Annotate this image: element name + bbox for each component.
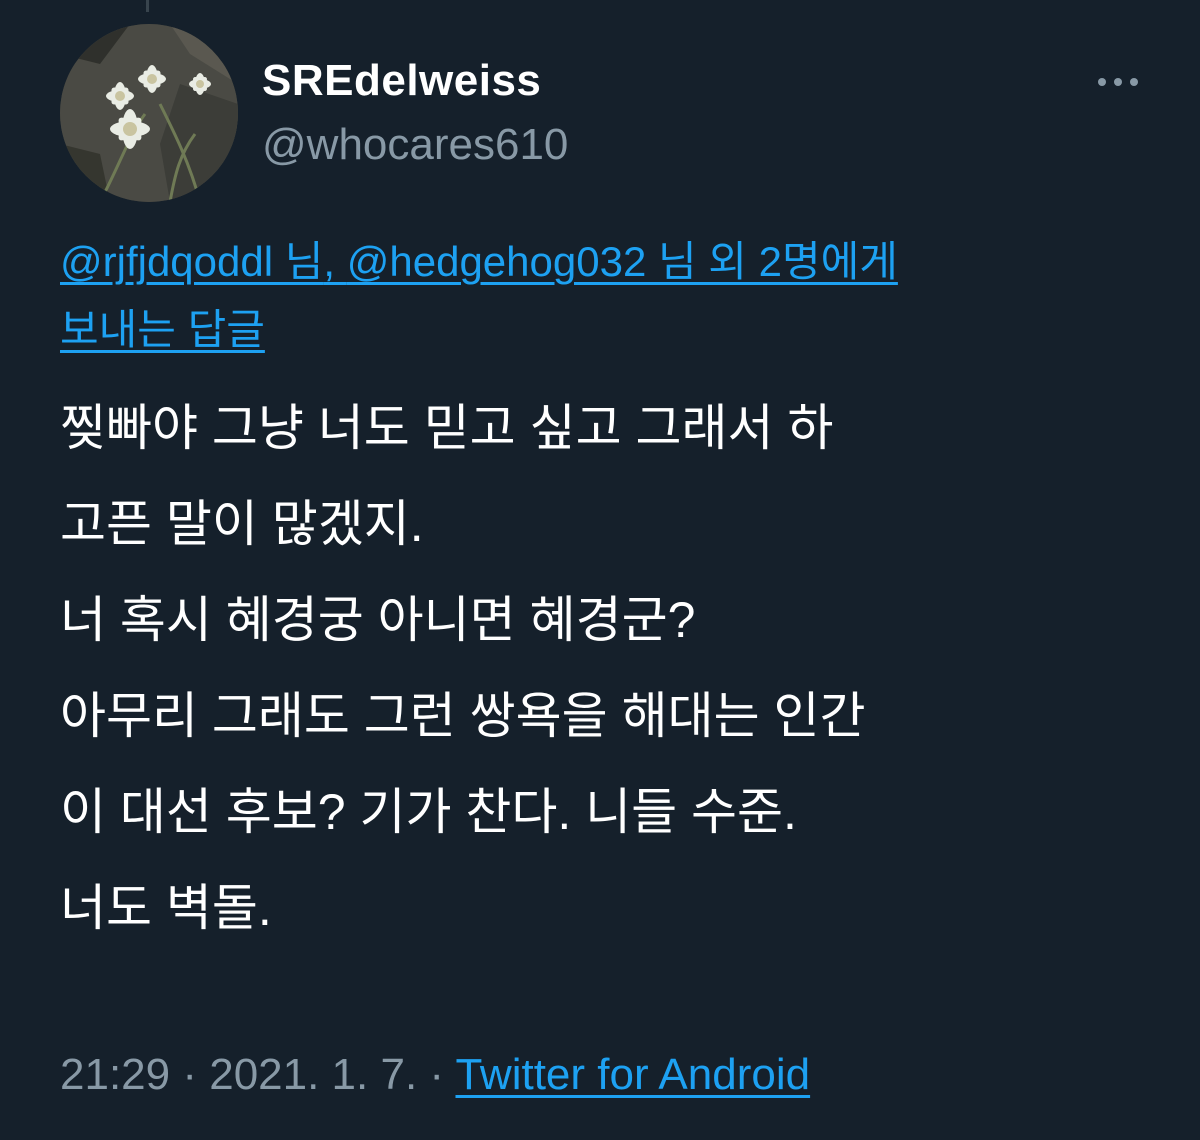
tweet-date: 2021. 1. 7. bbox=[209, 1050, 418, 1099]
display-name[interactable]: SREdelweiss bbox=[262, 56, 541, 106]
meta-separator: · bbox=[170, 1050, 210, 1099]
reply-mention-link[interactable]: @hedgehog032 님 외 2명에게 bbox=[347, 238, 898, 285]
tweet-source-link[interactable]: Twitter for Android bbox=[455, 1050, 810, 1099]
tweet-text-line: 너도 벽돌. bbox=[60, 880, 272, 936]
tweet-text-line: 아무리 그래도 그런 쌍욕을 해대는 인간 bbox=[60, 688, 866, 744]
edelweiss-flower-avatar-icon bbox=[60, 24, 238, 202]
user-handle[interactable]: @whocares610 bbox=[262, 120, 568, 170]
tweet-metadata: 21:29 · 2021. 1. 7. · Twitter for Androi… bbox=[60, 1050, 810, 1100]
tweet-text-line: 고픈 말이 많겠지. bbox=[60, 496, 424, 552]
more-dot-icon bbox=[1098, 78, 1106, 86]
tweet-detail: SREdelweiss @whocares610 @rjfjdqoddl 님, … bbox=[0, 0, 1200, 1140]
reply-mention-link[interactable]: @rjfjdqoddl 님 bbox=[60, 238, 323, 285]
reply-context: @rjfjdqoddl 님, @hedgehog032 님 외 2명에게보내는 … bbox=[60, 228, 1140, 364]
avatar[interactable] bbox=[60, 24, 238, 202]
tweet-text-line: 찢빠야 그냥 너도 믿고 싶고 그래서 하 bbox=[60, 400, 834, 456]
meta-separator: · bbox=[417, 1050, 456, 1099]
thread-connector-line bbox=[146, 0, 149, 12]
tweet-time: 21:29 bbox=[60, 1050, 171, 1099]
more-options-button[interactable] bbox=[1088, 60, 1148, 104]
more-dot-icon bbox=[1114, 78, 1122, 86]
more-dot-icon bbox=[1130, 78, 1138, 86]
reply-context-suffix[interactable]: 보내는 답글 bbox=[60, 306, 265, 353]
tweet-text-line: 너 혹시 혜경궁 아니면 혜경군? bbox=[60, 592, 696, 648]
tweet-text-line: 이 대선 후보? 기가 찬다. 니들 수준. bbox=[60, 784, 797, 840]
reply-mention-separator[interactable]: , bbox=[323, 238, 346, 285]
tweet-text: 찢빠야 그냥 너도 믿고 싶고 그래서 하 고픈 말이 많겠지. 너 혹시 혜경… bbox=[60, 380, 1160, 956]
